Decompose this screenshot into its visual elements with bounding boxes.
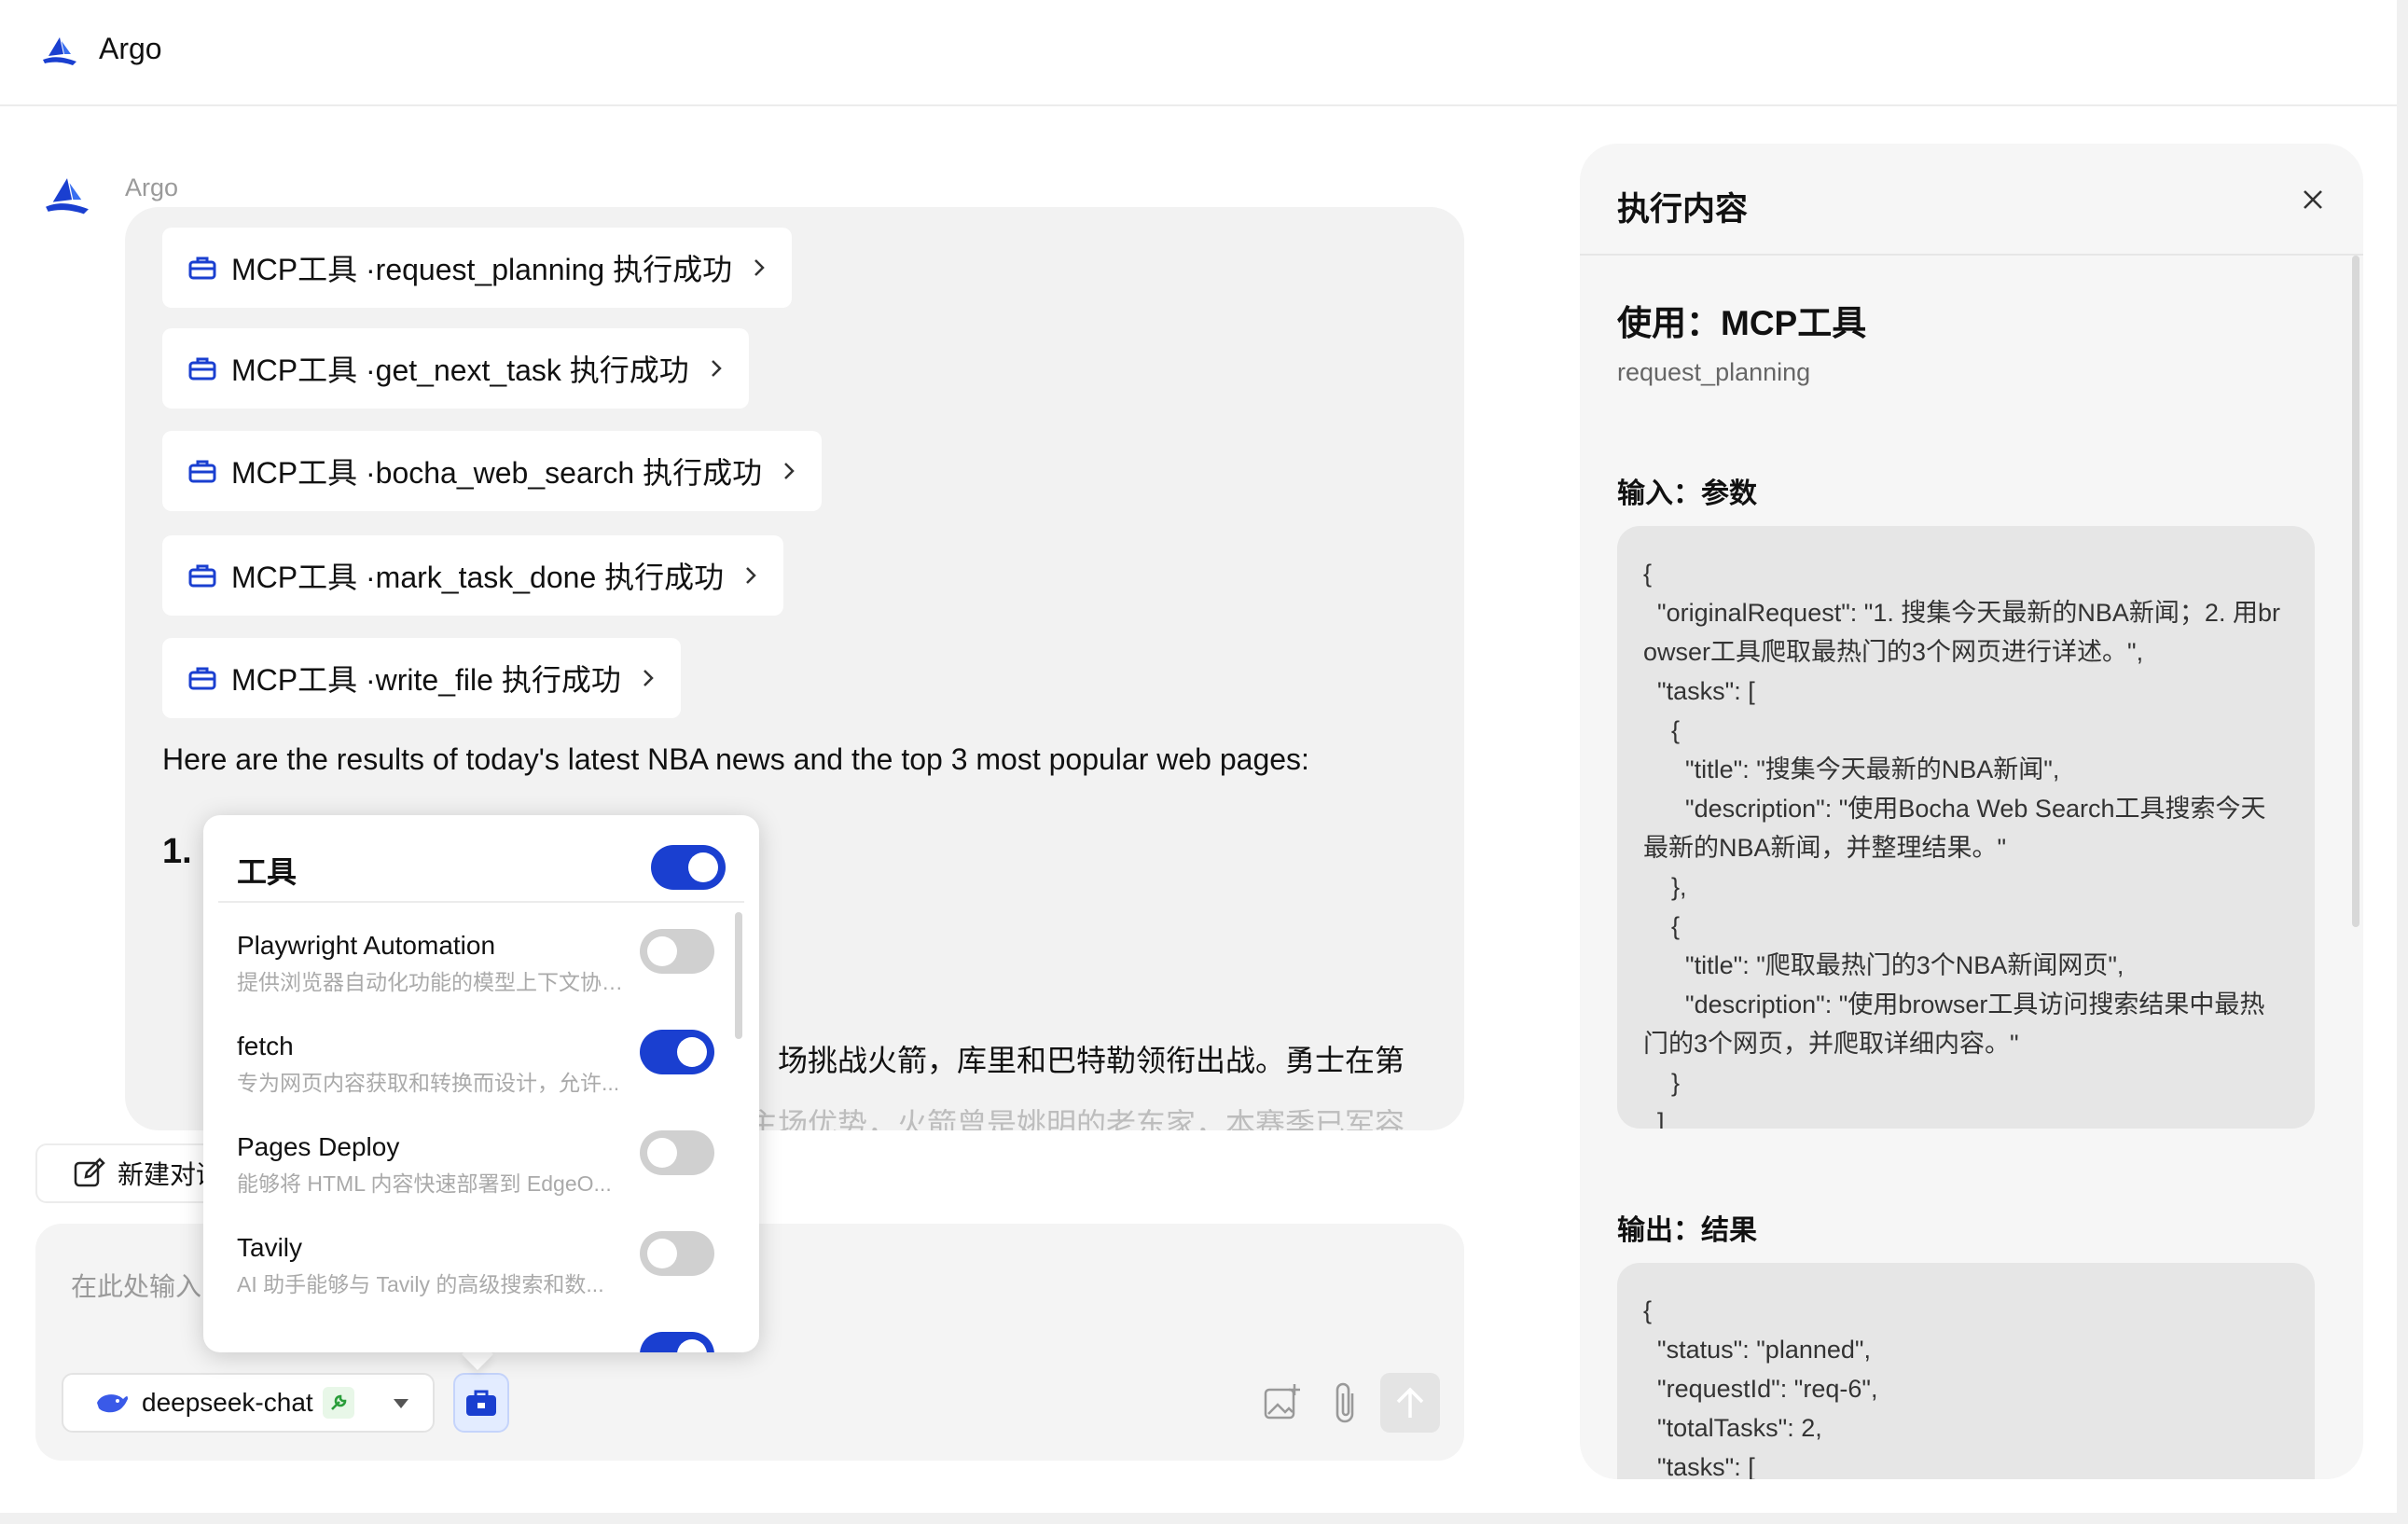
tools-master-toggle[interactable]	[651, 845, 726, 890]
toggle-next-tool[interactable]	[640, 1332, 714, 1352]
tool-call-write-file[interactable]: MCP工具 ·write_file 执行成功	[162, 638, 681, 718]
tool-name-playwright: Playwright Automation	[237, 931, 496, 960]
composer-placeholder: 在此处输入	[71, 1272, 202, 1301]
tool-desc-tavily: AI 助手能够与 Tavily 的高级搜索和数...	[237, 1272, 604, 1296]
toggle-fetch[interactable]	[640, 1030, 714, 1074]
dropdown-caret-icon	[394, 1399, 408, 1408]
tool-desc-playwright: 提供浏览器自动化功能的模型上下文协议...	[237, 970, 640, 994]
tool-call-label: MCP工具 ·write_file 执行成功	[231, 663, 621, 697]
tools-popup: 工具 Playwright Automation 提供浏览器自动化功能的模型上下…	[203, 815, 759, 1352]
tool-name-tavily: Tavily	[237, 1233, 303, 1262]
send-button[interactable]	[1380, 1373, 1440, 1433]
execution-panel: 执行内容 使用：MCP工具 request_planning 输入：参数 { "…	[1580, 144, 2363, 1479]
tools-popup-title: 工具	[237, 855, 298, 889]
toolbox-icon	[188, 564, 216, 588]
tool-name-pages-deploy: Pages Deploy	[237, 1132, 400, 1161]
toolbox-icon	[188, 460, 216, 483]
popup-scrollbar[interactable]	[735, 912, 742, 1039]
tool-name-fetch: fetch	[237, 1032, 294, 1060]
model-name: deepseek-chat	[142, 1388, 313, 1417]
top-bar: Argo	[0, 0, 2408, 106]
chevron-right-icon	[746, 567, 756, 584]
divider	[1580, 254, 2363, 256]
list-heading-number: 1.	[162, 832, 192, 871]
chevron-right-icon	[784, 463, 795, 479]
output-label: 输出：结果	[1617, 1215, 1757, 1246]
panel-title: 执行内容	[1617, 191, 1749, 228]
model-selector[interactable]: deepseek-chat	[62, 1373, 435, 1433]
tool-call-label: MCP工具 ·mark_task_done 执行成功	[231, 561, 725, 594]
app-title: Argo	[99, 32, 162, 65]
horizontal-scrollbar[interactable]	[0, 1513, 2408, 1524]
argo-logo-icon	[43, 37, 76, 65]
add-image-icon[interactable]	[1263, 1382, 1304, 1423]
chevron-right-icon	[643, 670, 654, 686]
toolbox-icon	[188, 357, 216, 381]
tools-button[interactable]	[453, 1373, 509, 1433]
toolbox-icon	[188, 667, 216, 690]
tool-call-label: MCP工具 ·bocha_web_search 执行成功	[231, 456, 763, 490]
page-scrollbar[interactable]	[2397, 0, 2408, 1524]
arrow-up-icon	[1396, 1387, 1424, 1418]
chevron-right-icon	[711, 360, 722, 377]
input-code-block: { "originalRequest": "1. 搜集今天最新的NBA新闻；2.…	[1617, 526, 2315, 1129]
toggle-playwright[interactable]	[640, 929, 714, 974]
toggle-tavily[interactable]	[640, 1231, 714, 1276]
attachment-icon[interactable]	[1330, 1380, 1362, 1425]
tool-call-get-next-task[interactable]: MCP工具 ·get_next_task 执行成功	[162, 328, 749, 409]
tool-call-label: MCP工具 ·get_next_task 执行成功	[231, 353, 689, 387]
message-sender: Argo	[125, 173, 179, 201]
deepseek-whale-icon	[97, 1394, 128, 1413]
tool-call-mark-task-done[interactable]: MCP工具 ·mark_task_done 执行成功	[162, 535, 784, 616]
toggle-pages-deploy[interactable]	[640, 1130, 714, 1175]
news-text-line: 。场挑战火箭，库里和巴特勒领衔出战。勇士在第	[748, 1044, 1405, 1077]
tool-use-name: request_planning	[1617, 358, 1811, 386]
wrench-icon	[322, 1387, 354, 1419]
tool-call-label: MCP工具 ·request_planning 执行成功	[231, 253, 733, 286]
tool-call-request-planning[interactable]: MCP工具 ·request_planning 执行成功	[162, 228, 793, 308]
input-label: 输入：参数	[1617, 478, 1757, 509]
news-text-line-faded: 主场优势，火箭曾是姚明的老东家，本赛季已军容	[748, 1107, 1405, 1130]
output-code-block: { "status": "planned", "requestId": "req…	[1617, 1263, 2315, 1479]
edit-icon	[74, 1157, 105, 1187]
toolbox-icon	[466, 1390, 496, 1416]
tool-desc-pages-deploy: 能够将 HTML 内容快速部署到 EdgeO...	[237, 1171, 612, 1196]
assistant-avatar-icon	[46, 178, 89, 215]
tool-use-title: 使用：MCP工具	[1617, 304, 1867, 342]
close-icon[interactable]	[2300, 187, 2326, 213]
panel-scrollbar[interactable]	[2352, 256, 2360, 927]
divider	[218, 901, 744, 903]
toolbox-icon	[188, 256, 216, 280]
result-paragraph: Here are the results of today's latest N…	[162, 742, 1309, 776]
chevron-right-icon	[754, 259, 765, 276]
tool-call-bocha-web-search[interactable]: MCP工具 ·bocha_web_search 执行成功	[162, 431, 823, 511]
tool-desc-fetch: 专为网页内容获取和转换而设计，允许...	[237, 1071, 620, 1095]
